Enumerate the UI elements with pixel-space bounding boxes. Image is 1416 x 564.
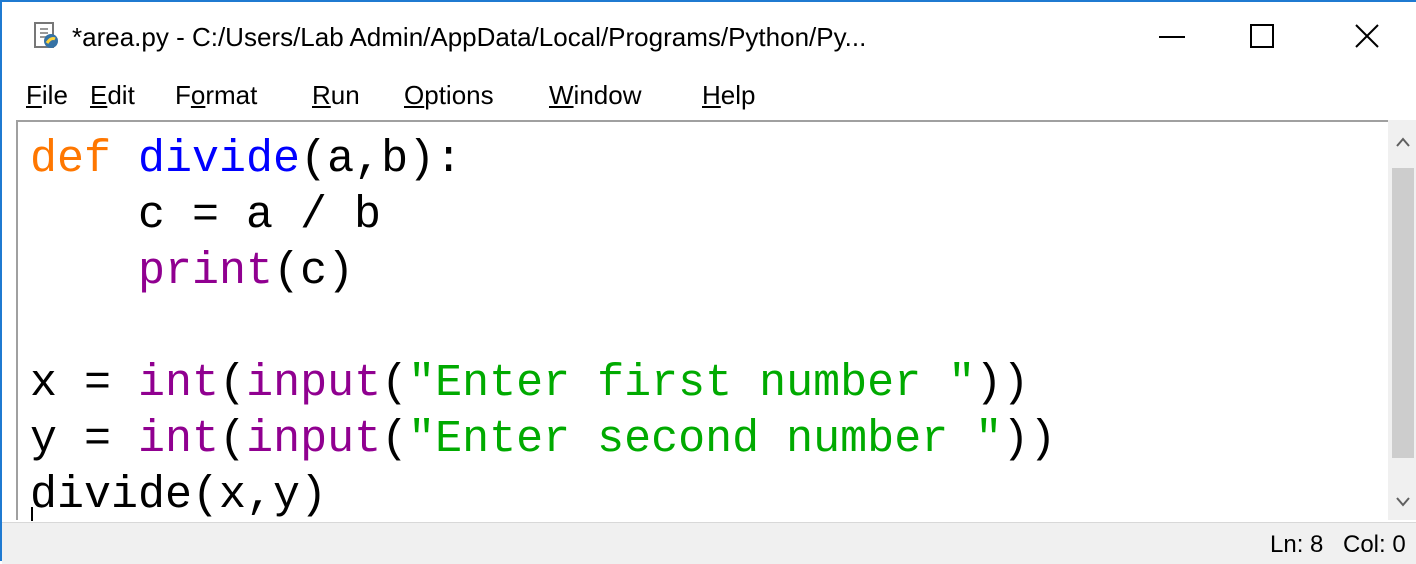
- menu-options[interactable]: Options: [404, 80, 494, 111]
- maximize-icon: [1250, 24, 1274, 48]
- window-title: *area.py - C:/Users/Lab Admin/AppData/Lo…: [72, 22, 867, 52]
- code-line-6: y = int(input("Enter second number ")): [30, 414, 1057, 465]
- code-line-2: c = a / b: [30, 190, 382, 241]
- code-line-5: x = int(input("Enter first number ")): [30, 358, 1030, 409]
- maximize-button[interactable]: [1217, 2, 1307, 70]
- title-bar[interactable]: *area.py - C:/Users/Lab Admin/AppData/Lo…: [2, 2, 1416, 70]
- code-editor[interactable]: def divide(a,b): c = a / b print(c) x = …: [16, 120, 1388, 520]
- column-number: Col: 0: [1343, 531, 1406, 558]
- menu-help[interactable]: Help: [702, 80, 755, 111]
- vertical-scrollbar[interactable]: [1388, 120, 1416, 520]
- menu-window[interactable]: Window: [549, 80, 641, 111]
- status-bar: Ln: 8 Col: 0: [2, 522, 1416, 564]
- scroll-thumb[interactable]: [1392, 168, 1414, 458]
- idle-editor-window: *area.py - C:/Users/Lab Admin/AppData/Lo…: [0, 0, 1416, 564]
- source-code[interactable]: def divide(a,b): c = a / b print(c) x = …: [30, 132, 1056, 520]
- code-line-7: divide(x,y): [30, 470, 328, 520]
- menu-file[interactable]: File: [26, 80, 68, 111]
- text-cursor: [31, 507, 33, 521]
- scroll-up-icon[interactable]: [1395, 136, 1411, 148]
- menu-bar: File Edit Format Run Options Window Help: [2, 70, 1416, 116]
- scroll-down-icon[interactable]: [1395, 496, 1411, 508]
- code-line-3: print(c): [138, 246, 355, 297]
- close-button[interactable]: [1322, 2, 1412, 70]
- minimize-button[interactable]: [1127, 2, 1217, 70]
- python-file-icon: [34, 22, 58, 48]
- menu-edit[interactable]: Edit: [90, 80, 135, 111]
- menu-run[interactable]: Run: [312, 80, 360, 111]
- line-number: Ln: 8: [1270, 531, 1324, 558]
- minimize-icon: [1159, 36, 1185, 38]
- close-icon: [1355, 24, 1379, 48]
- code-line-1: def divide(a,b):: [30, 134, 463, 185]
- menu-format[interactable]: Format: [175, 80, 257, 111]
